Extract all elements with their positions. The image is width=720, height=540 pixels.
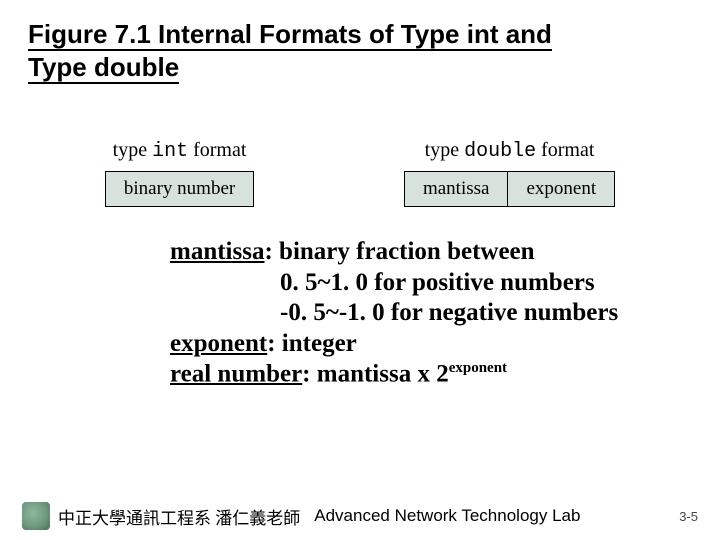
real-text: : mantissa x 2 [302, 360, 449, 387]
real-label: real number [170, 360, 302, 387]
mantissa-neg: -0. 5~-1. 0 for negative numbers [170, 298, 700, 329]
page-number: 3-5 [679, 509, 698, 524]
double-format: type double format mantissa exponent [404, 139, 615, 207]
mantissa-line: mantissa: binary fraction between [170, 237, 700, 268]
slide-title: Figure 7.1 Internal Formats of Type int … [0, 0, 720, 89]
exponent-line: exponent: integer [170, 329, 700, 360]
caption-suffix: format [188, 139, 246, 161]
caption-mono: int [152, 140, 188, 163]
real-exponent: exponent [449, 360, 507, 376]
figure-number: Figure 7.1 [28, 19, 151, 49]
exponent-text: : integer [267, 330, 357, 357]
mantissa-label: mantissa [170, 238, 264, 265]
mantissa-text: : binary fraction between [264, 238, 534, 265]
caption-prefix: type [113, 139, 152, 161]
caption-prefix: type [425, 139, 464, 161]
real-line: real number: mantissa x 2exponent [170, 359, 700, 390]
title-line1: Internal Formats of Type int and [151, 19, 552, 49]
int-caption: type int format [105, 139, 254, 163]
double-box: mantissa exponent [404, 171, 615, 207]
logo-icon [22, 502, 50, 530]
mantissa-cell: mantissa [404, 171, 509, 207]
exponent-cell: exponent [508, 171, 615, 207]
double-caption: type double format [404, 139, 615, 163]
title-line2: Type double [28, 52, 179, 84]
footer: 中正大學通訊工程系 潘仁義老師 Advanced Network Technol… [0, 502, 720, 530]
caption-mono: double [464, 140, 536, 163]
footer-cn: 中正大學通訊工程系 潘仁義老師 [58, 504, 300, 529]
definitions-block: mantissa: binary fraction between 0. 5~1… [0, 217, 720, 390]
footer-en: Advanced Network Technology Lab [314, 506, 580, 526]
int-box: binary number [105, 171, 254, 207]
formats-row: type int format binary number type doubl… [0, 89, 720, 217]
exponent-label: exponent [170, 330, 267, 357]
int-format: type int format binary number [105, 139, 254, 207]
int-cell: binary number [105, 171, 254, 207]
mantissa-pos: 0. 5~1. 0 for positive numbers [170, 268, 700, 299]
caption-suffix: format [536, 139, 594, 161]
